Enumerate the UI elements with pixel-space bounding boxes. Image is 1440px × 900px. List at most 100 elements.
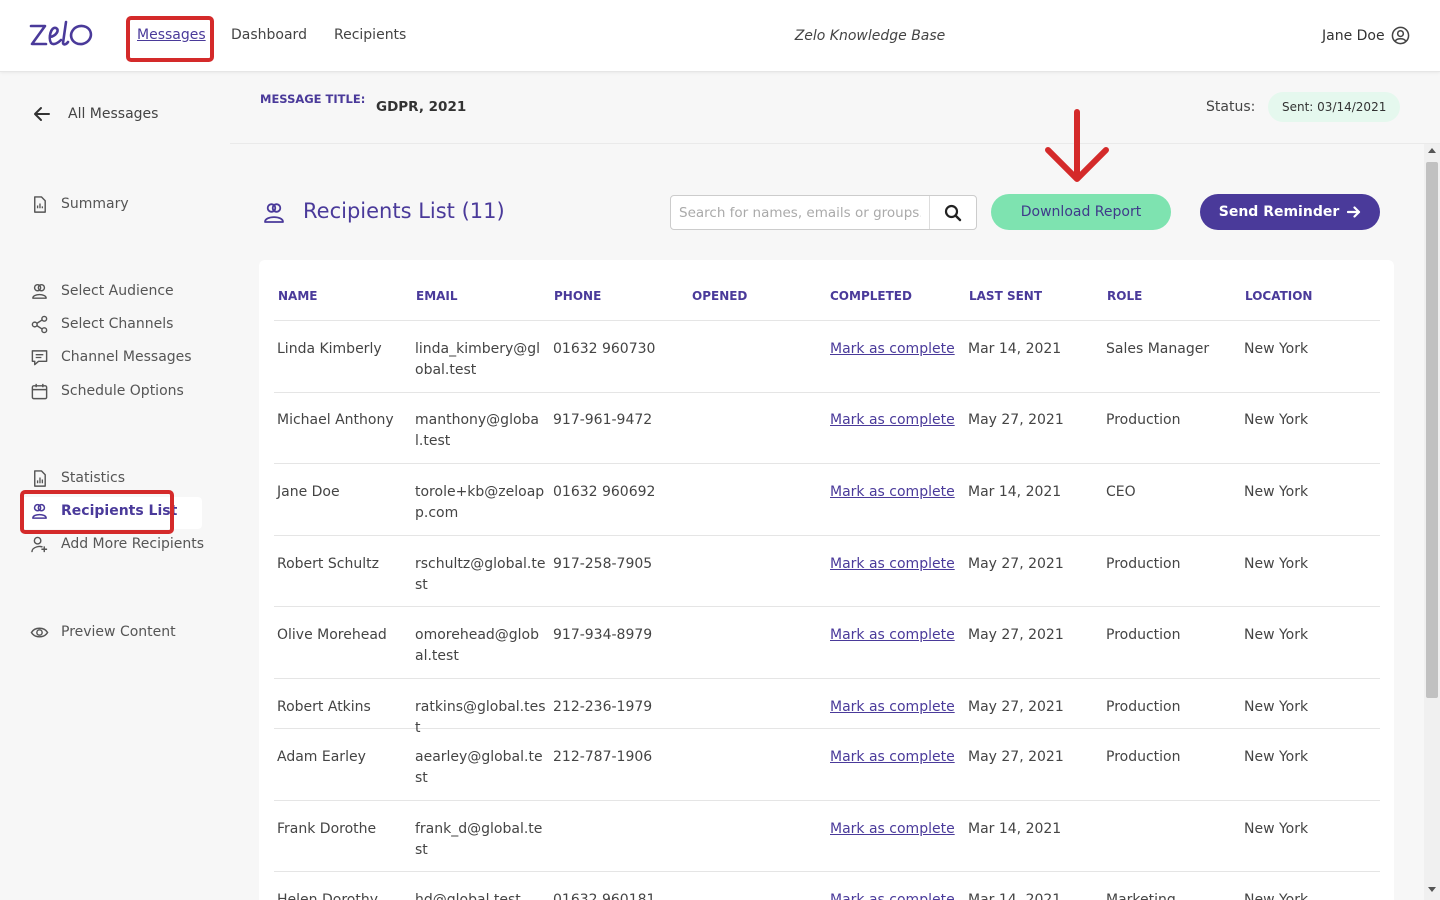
knowledge-base-title: Zelo Knowledge Base — [794, 28, 946, 44]
cell-phone: 01632 960730 — [553, 341, 656, 357]
cell-role: Production — [1106, 627, 1181, 643]
cell-last-sent: May 27, 2021 — [968, 412, 1064, 428]
cell-name: Frank Dorothe — [277, 821, 377, 837]
cell-role: CEO — [1106, 484, 1136, 500]
cell-location: New York — [1244, 627, 1309, 643]
sidebar-item-select-channels[interactable]: Select Channels — [30, 314, 173, 334]
table-row: Michael Anthony manthony@global.test 917-9… — [274, 392, 1380, 464]
all-messages-label: All Messages — [68, 106, 159, 122]
messages-highlight-box — [126, 16, 214, 62]
sidebar-item-select-audience[interactable]: Select Audience — [30, 281, 174, 301]
sidebar-item-label: Select Channels — [61, 316, 174, 332]
send-reminder-label: Send Reminder — [1218, 204, 1340, 220]
message-title-value: GDPR, 2021 — [376, 99, 467, 115]
cell-email: frank_d@global.test — [415, 821, 543, 858]
cell-location: New York — [1244, 484, 1309, 500]
cell-email: torole+kb@zeloapp.com — [415, 484, 545, 521]
users-icon — [264, 203, 284, 223]
mark-as-complete-link[interactable]: Mark as complete — [830, 819, 955, 840]
calendar-icon — [31, 383, 48, 399]
mark-as-complete-link[interactable]: Mark as complete — [830, 890, 955, 900]
cell-last-sent: May 27, 2021 — [968, 556, 1064, 572]
column-header-role[interactable]: ROLE — [1107, 289, 1142, 303]
mark-as-complete-link[interactable]: Mark as complete — [830, 339, 955, 360]
cell-last-sent: Mar 14, 2021 — [968, 341, 1062, 357]
cell-email: manthony@global.test — [415, 412, 539, 449]
cell-name: Robert Atkins — [277, 699, 371, 715]
cell-last-sent: Mar 14, 2021 — [968, 484, 1062, 500]
mark-as-complete-link[interactable]: Mark as complete — [830, 554, 955, 575]
mark-as-complete-link[interactable]: Mark as complete — [830, 747, 955, 768]
share-icon — [31, 315, 48, 333]
cell-email: omorehead@global.test — [415, 627, 540, 664]
cell-phone: 212-236-1979 — [553, 699, 653, 715]
mark-as-complete-link[interactable]: Mark as complete — [830, 625, 955, 646]
sidebar-item-add-more-recipients[interactable]: Add More Recipients — [30, 534, 204, 554]
sidebar-item-summary[interactable]: Summary — [30, 194, 129, 214]
table-row: Robert Atkins ratkins@global.test 212-236-… — [274, 679, 1380, 736]
sidebar-item-label: Schedule Options — [61, 383, 184, 399]
cell-location: New York — [1244, 821, 1309, 837]
mark-as-complete-link[interactable]: Mark as complete — [830, 482, 955, 503]
all-messages-back-link[interactable]: All Messages — [32, 104, 158, 124]
column-header-location[interactable]: LOCATION — [1245, 289, 1312, 303]
red-annotation-arrow-icon — [1045, 109, 1109, 182]
scroll-up-arrow-icon[interactable] — [1428, 148, 1436, 153]
cell-role: Production — [1106, 749, 1181, 765]
scrollbar-thumb[interactable] — [1426, 162, 1438, 698]
sidebar-item-preview-content[interactable]: Preview Content — [30, 622, 176, 642]
status-badge: Sent: 03/14/2021 — [1268, 92, 1401, 122]
cell-email: linda_kimbery@global.test — [415, 341, 541, 378]
recipients-table: NAME EMAIL PHONE OPENED COMPLETED LAST S… — [259, 260, 1394, 900]
user-name[interactable]: Jane Doe — [1322, 28, 1385, 44]
arrow-right-icon — [1347, 206, 1361, 218]
message-title-label: MESSAGE TITLE: — [260, 92, 366, 106]
recipients-list-heading: Recipients List (11) — [303, 199, 505, 223]
cell-location: New York — [1244, 699, 1309, 715]
mark-as-complete-link[interactable]: Mark as complete — [830, 697, 955, 718]
column-header-last-sent[interactable]: LAST SENT — [969, 289, 1042, 303]
message-header: MESSAGE TITLE: GDPR, 2021 Status: Sent: … — [230, 72, 1440, 144]
cell-last-sent: May 27, 2021 — [968, 699, 1064, 715]
column-header-name[interactable]: NAME — [278, 289, 317, 303]
user-account-icon[interactable] — [1391, 26, 1410, 45]
table-row: Helen Dorothy hd@global.test 01632 960181 M… — [274, 872, 1380, 900]
search-input[interactable] — [671, 196, 929, 229]
column-header-email[interactable]: EMAIL — [416, 289, 458, 303]
cell-location: New York — [1244, 892, 1309, 900]
sidebar-item-statistics[interactable]: Statistics — [30, 468, 125, 488]
cell-name: Jane Doe — [277, 484, 340, 500]
download-report-button[interactable]: Download Report — [991, 194, 1171, 230]
top-navbar: Messages Dashboard Recipients Zelo Knowl… — [0, 0, 1440, 72]
column-header-phone[interactable]: PHONE — [554, 289, 601, 303]
vertical-scrollbar[interactable] — [1424, 144, 1440, 900]
recipients-list-highlight-box — [20, 490, 174, 534]
cell-email: hd@global.test — [415, 892, 521, 900]
cell-phone: 01632 960692 — [553, 484, 656, 500]
table-row: Olive Morehead omorehead@global.test 917-9… — [274, 607, 1380, 679]
cell-name: Linda Kimberly — [277, 341, 382, 357]
cell-name: Adam Earley — [277, 749, 366, 765]
cell-role: Marketing — [1106, 892, 1176, 900]
cell-location: New York — [1244, 412, 1309, 428]
arrow-left-icon — [34, 107, 50, 121]
cell-role: Production — [1106, 699, 1181, 715]
cell-phone: 917-934-8979 — [553, 627, 653, 643]
mark-as-complete-link[interactable]: Mark as complete — [830, 410, 955, 431]
cell-location: New York — [1244, 341, 1309, 357]
eye-icon — [30, 627, 49, 637]
column-header-completed[interactable]: COMPLETED — [830, 289, 912, 303]
status-label: Status: — [1206, 99, 1256, 115]
cell-role: Production — [1106, 412, 1181, 428]
sidebar-item-label: Add More Recipients — [61, 536, 205, 552]
column-header-opened[interactable]: OPENED — [692, 289, 747, 303]
scroll-down-arrow-icon[interactable] — [1428, 887, 1436, 892]
send-reminder-button[interactable]: Send Reminder — [1200, 194, 1380, 230]
search-container — [670, 195, 977, 230]
search-button[interactable] — [929, 196, 976, 229]
sidebar-item-schedule-options[interactable]: Schedule Options — [30, 381, 184, 401]
sidebar-item-label: Select Audience — [61, 283, 174, 299]
sidebar-item-channel-messages[interactable]: Channel Messages — [30, 347, 192, 367]
cell-last-sent: May 27, 2021 — [968, 749, 1064, 765]
cell-phone: 917-961-9472 — [553, 412, 653, 428]
